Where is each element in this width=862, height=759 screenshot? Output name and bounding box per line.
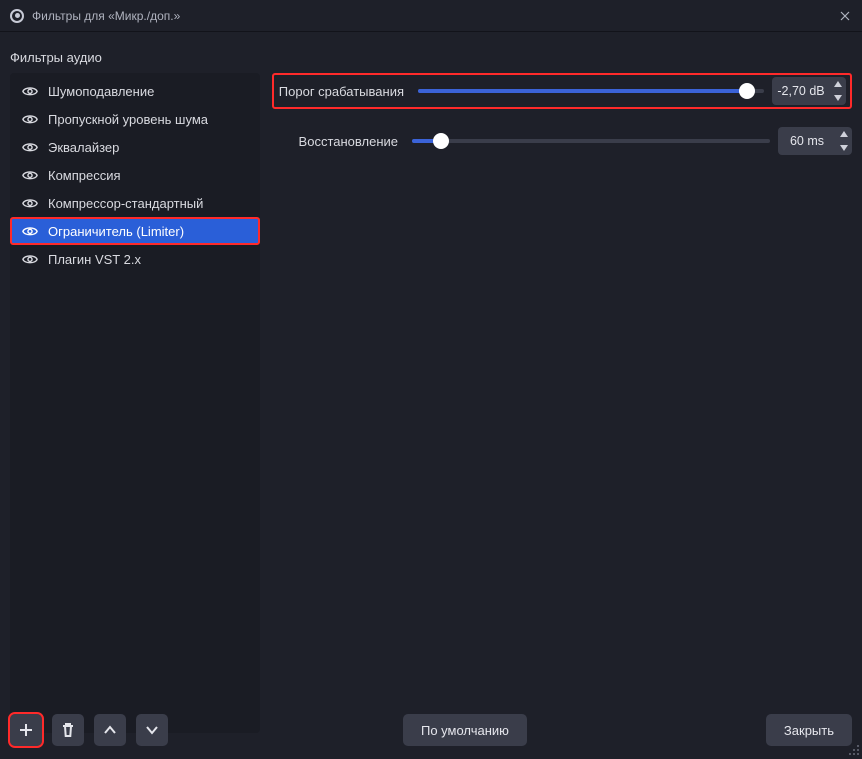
visibility-toggle-icon[interactable] [22, 195, 38, 211]
filter-list: Шумоподавление Пропускной уровень шума Экв… [10, 73, 260, 733]
threshold-label: Порог срабатывания [278, 84, 410, 99]
filter-item-label: Эквалайзер [48, 140, 119, 155]
visibility-toggle-icon[interactable] [22, 167, 38, 183]
titlebar: Фильтры для «Микр./доп.» [0, 0, 862, 32]
move-up-button[interactable] [94, 714, 126, 746]
visibility-toggle-icon[interactable] [22, 251, 38, 267]
threshold-step-down[interactable] [830, 91, 846, 105]
close-button[interactable]: Закрыть [766, 714, 852, 746]
window-close-button[interactable] [834, 5, 856, 27]
visibility-toggle-icon[interactable] [22, 111, 38, 127]
move-down-button[interactable] [136, 714, 168, 746]
threshold-spinbox[interactable]: -2,70 dB [772, 77, 846, 105]
filter-item-label: Ограничитель (Limiter) [48, 224, 184, 239]
window-title: Фильтры для «Микр./доп.» [32, 9, 180, 23]
filter-item[interactable]: Пропускной уровень шума [10, 105, 260, 133]
resize-grip-icon[interactable] [848, 744, 860, 756]
release-step-down[interactable] [836, 141, 852, 155]
filter-item[interactable]: Компрессия [10, 161, 260, 189]
filter-item-label: Шумоподавление [48, 84, 154, 99]
visibility-toggle-icon[interactable] [22, 139, 38, 155]
delete-filter-button[interactable] [52, 714, 84, 746]
filter-item[interactable]: Шумоподавление [10, 77, 260, 105]
filter-item[interactable]: Ограничитель (Limiter) [10, 217, 260, 245]
filter-item-label: Компрессия [48, 168, 121, 183]
threshold-row: Порог срабатывания -2,70 dB [272, 73, 852, 109]
defaults-button[interactable]: По умолчанию [403, 714, 527, 746]
threshold-slider[interactable] [418, 81, 764, 101]
body-area: Шумоподавление Пропускной уровень шума Экв… [0, 73, 862, 733]
filter-item[interactable]: Компрессор-стандартный [10, 189, 260, 217]
bottom-toolbar: По умолчанию Закрыть [10, 714, 852, 746]
release-label: Восстановление [272, 134, 404, 149]
visibility-toggle-icon[interactable] [22, 223, 38, 239]
filter-item-label: Пропускной уровень шума [48, 112, 208, 127]
filters-section-label: Фильтры аудио [0, 32, 862, 73]
release-spinbox[interactable]: 60 ms [778, 127, 852, 155]
threshold-step-up[interactable] [830, 77, 846, 91]
release-row: Восстановление 60 ms [272, 123, 852, 159]
threshold-value: -2,70 dB [772, 84, 830, 98]
add-filter-button[interactable] [10, 714, 42, 746]
filter-item-label: Компрессор-стандартный [48, 196, 203, 211]
filter-item[interactable]: Плагин VST 2.x [10, 245, 260, 273]
release-step-up[interactable] [836, 127, 852, 141]
filter-settings: Порог срабатывания -2,70 dB Восстановлен… [272, 73, 852, 733]
filter-item-label: Плагин VST 2.x [48, 252, 141, 267]
release-slider[interactable] [412, 131, 770, 151]
release-value: 60 ms [778, 134, 836, 148]
filter-item[interactable]: Эквалайзер [10, 133, 260, 161]
app-logo-icon [10, 9, 24, 23]
visibility-toggle-icon[interactable] [22, 83, 38, 99]
